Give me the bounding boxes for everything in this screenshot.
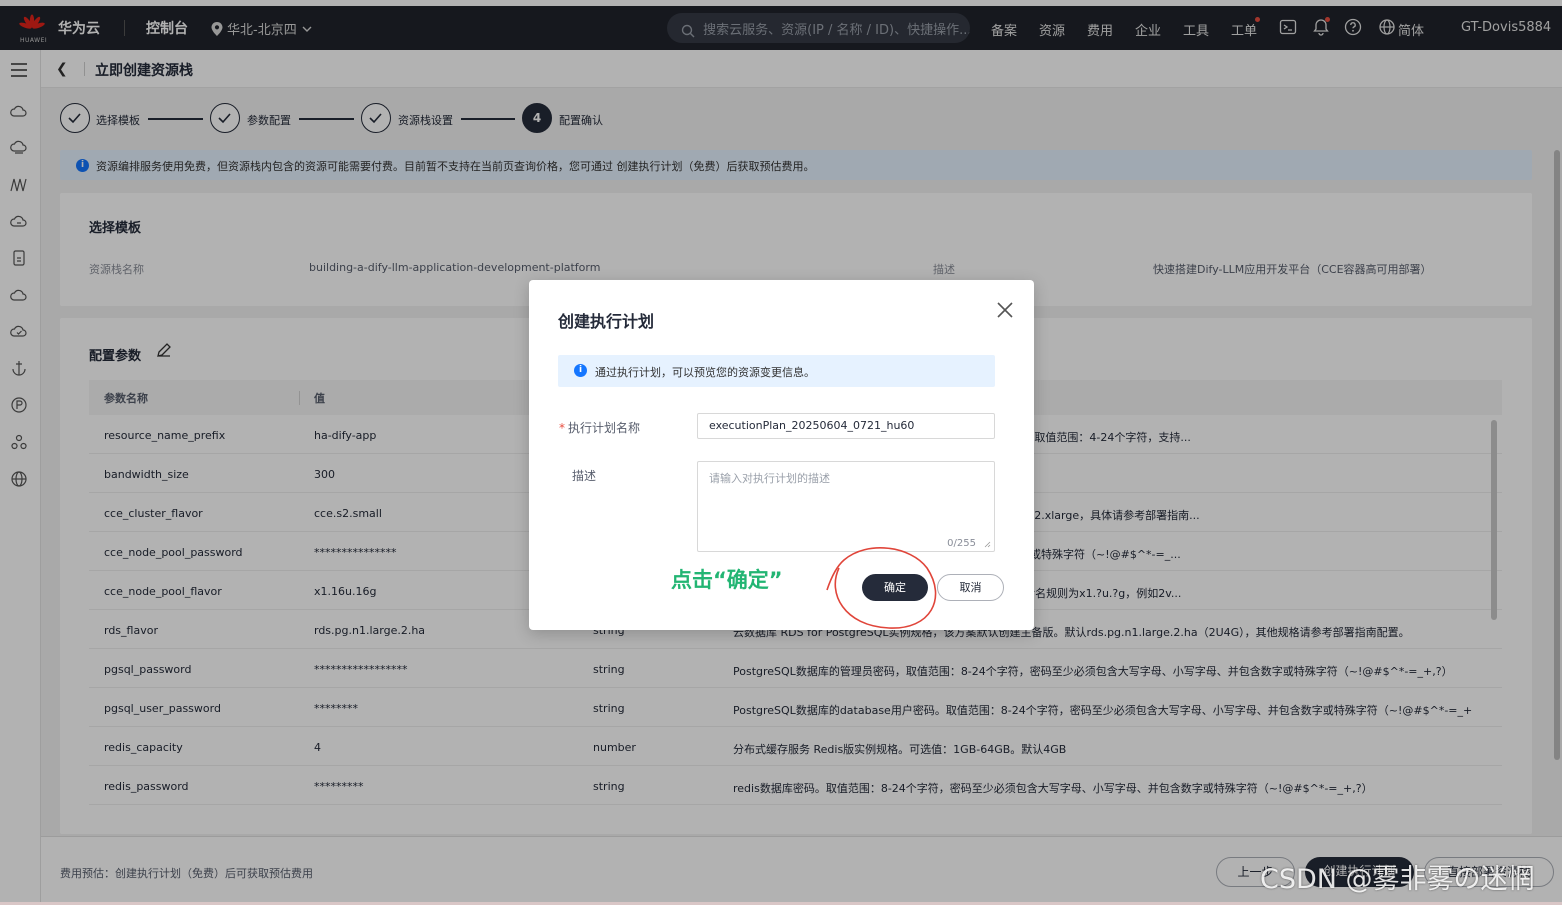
required-mark: * <box>559 421 565 435</box>
dialog-title: 创建执行计划 <box>558 312 655 331</box>
plan-name-label: * 执行计划名称 <box>559 419 640 436</box>
create-plan-dialog: 创建执行计划 i 通过执行计划，可以预览您的资源变更信息。 * 执行计划名称 ex… <box>529 280 1034 630</box>
annotation-text: 点击“确定” <box>671 568 783 592</box>
description-placeholder: 请输入对执行计划的描述 <box>709 472 830 485</box>
csdn-watermark: CSDN @雾非雾の迷惘 <box>1260 864 1535 895</box>
resize-handle-icon[interactable] <box>984 541 991 548</box>
dialog-info-notice: i 通过执行计划，可以预览您的资源变更信息。 <box>558 355 995 387</box>
description-label: 描述 <box>572 469 597 483</box>
close-icon[interactable] <box>996 301 1014 319</box>
plan-name-label-text: 执行计划名称 <box>568 421 641 435</box>
confirm-button[interactable]: 确定 <box>862 574 928 601</box>
cancel-button[interactable]: 取消 <box>937 574 1004 601</box>
plan-name-input[interactable]: executionPlan_20250604_0721_hu60 <box>697 413 995 439</box>
dialog-info-text: 通过执行计划，可以预览您的资源变更信息。 <box>595 366 815 379</box>
info-icon: i <box>574 364 587 377</box>
